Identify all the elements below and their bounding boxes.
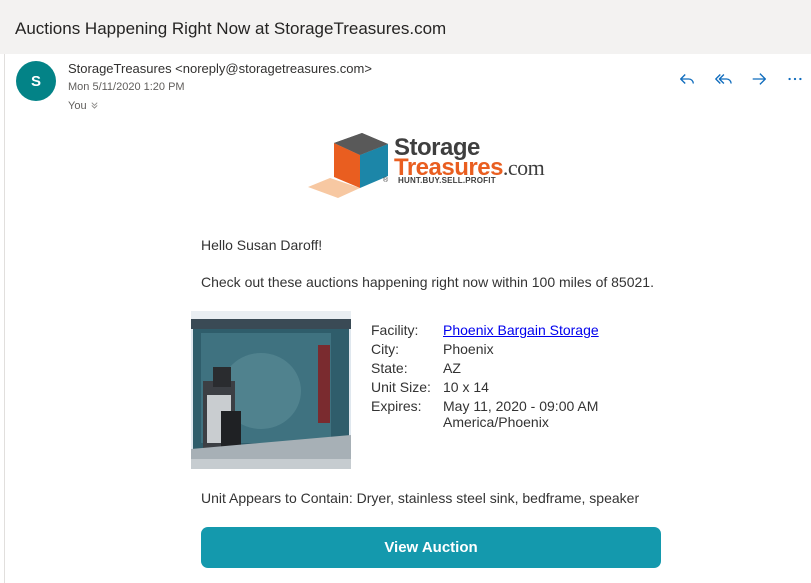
logo-tagline: HUNT.BUY.SELL.PROFIT — [398, 176, 496, 185]
sent-date: Mon 5/11/2020 1:20 PM — [68, 81, 185, 93]
facility-label: Facility: — [371, 322, 419, 338]
registered-mark: ® — [383, 177, 389, 184]
state-row: State: AZ — [371, 359, 643, 378]
state-value: AZ — [443, 360, 461, 376]
facility-link[interactable]: Phoenix Bargain Storage — [443, 321, 643, 340]
cube-icon — [308, 133, 388, 198]
auction-details: Facility: Phoenix Bargain Storage City: … — [371, 321, 643, 430]
intro-text: Check out these auctions happening right… — [201, 274, 654, 290]
logo-dotcom: .com — [502, 155, 545, 180]
reply-all-icon[interactable] — [708, 68, 738, 90]
unit-size-value: 10 x 14 — [443, 379, 489, 395]
sender-avatar[interactable]: S — [16, 61, 56, 101]
expires-label: Expires: — [371, 398, 422, 414]
recipient-line[interactable]: You — [68, 100, 99, 112]
subject-bar: Auctions Happening Right Now at StorageT… — [0, 0, 811, 54]
greeting: Hello Susan Daroff! — [201, 237, 323, 253]
expires-value: May 11, 2020 - 09:00 AM America/Phoenix — [443, 397, 643, 430]
unit-photo[interactable] — [191, 311, 351, 469]
message-actions — [672, 68, 810, 90]
chevron-down-icon — [90, 100, 99, 112]
forward-icon[interactable] — [744, 68, 774, 90]
state-label: State: — [371, 360, 408, 376]
facility-row: Facility: Phoenix Bargain Storage — [371, 321, 643, 340]
city-label: City: — [371, 341, 399, 357]
unit-contents: Unit Appears to Contain: Dryer, stainles… — [201, 490, 640, 506]
unit-size-row: Unit Size: 10 x 14 — [371, 378, 643, 397]
sender-name[interactable]: StorageTreasures <noreply@storagetreasur… — [68, 61, 372, 76]
more-icon[interactable] — [780, 68, 810, 90]
unit-size-label: Unit Size: — [371, 379, 431, 395]
expires-datetime: May 11, 2020 - 09:00 AM — [443, 398, 599, 414]
email-subject: Auctions Happening Right Now at StorageT… — [15, 19, 447, 38]
recipient: You — [68, 100, 87, 112]
storagetreasures-logo[interactable]: ® Storage Treasures.com HUNT.BUY.SELL.PR… — [305, 130, 560, 202]
expires-row: Expires: May 11, 2020 - 09:00 AM America… — [371, 397, 643, 430]
city-row: City: Phoenix — [371, 340, 643, 359]
view-auction-button[interactable]: View Auction — [201, 527, 661, 568]
expires-timezone: America/Phoenix — [443, 414, 549, 430]
city-value: Phoenix — [443, 341, 494, 357]
reply-icon[interactable] — [672, 68, 702, 90]
